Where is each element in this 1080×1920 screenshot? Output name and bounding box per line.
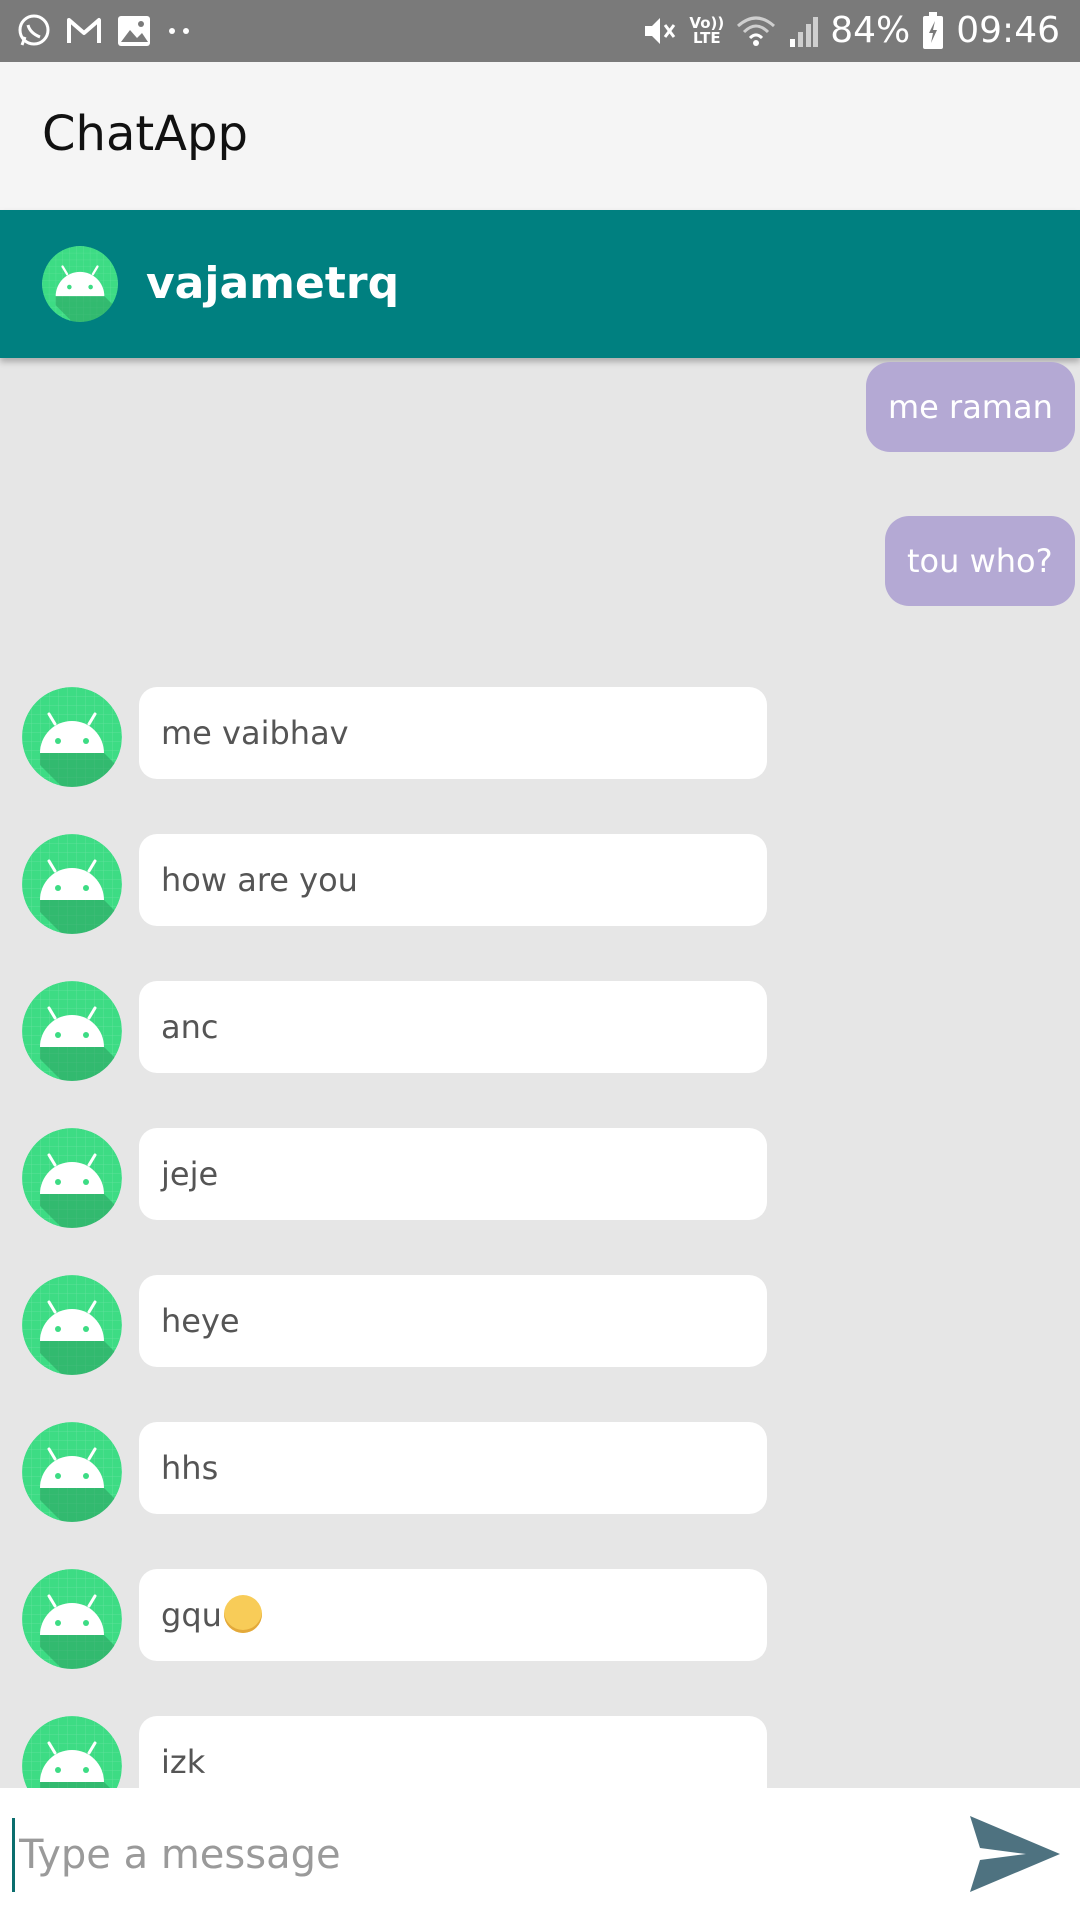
message-text: how are you	[161, 861, 358, 899]
message-text: jeje	[161, 1155, 219, 1193]
incoming-message[interactable]: me vaibhav	[0, 687, 1080, 787]
mute-icon	[641, 13, 677, 49]
grinning-sweat-emoji	[223, 1595, 262, 1633]
message-bubble[interactable]: izk	[139, 1716, 767, 1788]
android-avatar-icon[interactable]	[42, 246, 118, 322]
incoming-message[interactable]: jeje	[0, 1128, 1080, 1228]
gallery-icon	[116, 14, 152, 48]
wifi-icon	[736, 14, 776, 48]
app-title: ChatApp	[42, 106, 248, 162]
message-list[interactable]: me raman tou who? me vaibhav how are you…	[0, 358, 1080, 1788]
message-text: me raman	[888, 388, 1053, 426]
incoming-message[interactable]: izk	[0, 1716, 1080, 1788]
android-avatar-icon	[22, 687, 122, 787]
send-icon	[970, 1816, 1060, 1892]
gmail-icon	[66, 15, 102, 47]
android-avatar-icon	[22, 1716, 122, 1788]
message-input[interactable]	[12, 1818, 939, 1892]
incoming-message[interactable]: hhs	[0, 1422, 1080, 1522]
contact-name[interactable]: vajametrq	[146, 254, 399, 314]
message-text: heye	[161, 1302, 240, 1340]
message-text: hhs	[161, 1449, 219, 1487]
outgoing-message[interactable]: tou who?	[885, 516, 1075, 606]
message-bubble[interactable]: gqu	[139, 1569, 767, 1661]
incoming-message[interactable]: gqu	[0, 1569, 1080, 1669]
incoming-message[interactable]: anc	[0, 981, 1080, 1081]
signal-icon	[788, 15, 819, 47]
battery-percent: 84%	[830, 10, 911, 51]
message-text: anc	[161, 1008, 219, 1046]
android-avatar-icon	[22, 834, 122, 934]
outgoing-message[interactable]: me raman	[866, 362, 1075, 452]
input-bar	[0, 1788, 1080, 1920]
clock: 09:46	[956, 10, 1060, 51]
android-avatar-icon	[22, 1128, 122, 1228]
more-dots-icon	[166, 25, 194, 37]
android-avatar-icon	[22, 1422, 122, 1522]
message-bubble[interactable]: hhs	[139, 1422, 767, 1514]
incoming-message[interactable]: how are you	[0, 834, 1080, 934]
message-text: izk	[161, 1743, 206, 1781]
message-text: me vaibhav	[161, 714, 349, 752]
message-bubble[interactable]: jeje	[139, 1128, 767, 1220]
battery-icon	[922, 12, 944, 50]
volte-icon: Vo)) LTE	[689, 14, 725, 47]
message-bubble[interactable]: me vaibhav	[139, 687, 767, 779]
chat-header: vajametrq	[0, 210, 1080, 358]
send-button[interactable]	[966, 1812, 1064, 1896]
whatsapp-icon	[16, 13, 52, 49]
status-bar: Vo)) LTE 84% 09:46	[0, 0, 1080, 62]
message-bubble[interactable]: anc	[139, 981, 767, 1073]
app-bar: ChatApp	[0, 62, 1080, 210]
android-avatar-icon	[22, 1569, 122, 1669]
incoming-message[interactable]: heye	[0, 1275, 1080, 1375]
android-avatar-icon	[22, 1275, 122, 1375]
message-bubble[interactable]: heye	[139, 1275, 767, 1367]
message-text: tou who?	[907, 542, 1053, 580]
android-avatar-icon	[22, 981, 122, 1081]
message-text: gqu	[161, 1596, 222, 1634]
message-bubble[interactable]: how are you	[139, 834, 767, 926]
